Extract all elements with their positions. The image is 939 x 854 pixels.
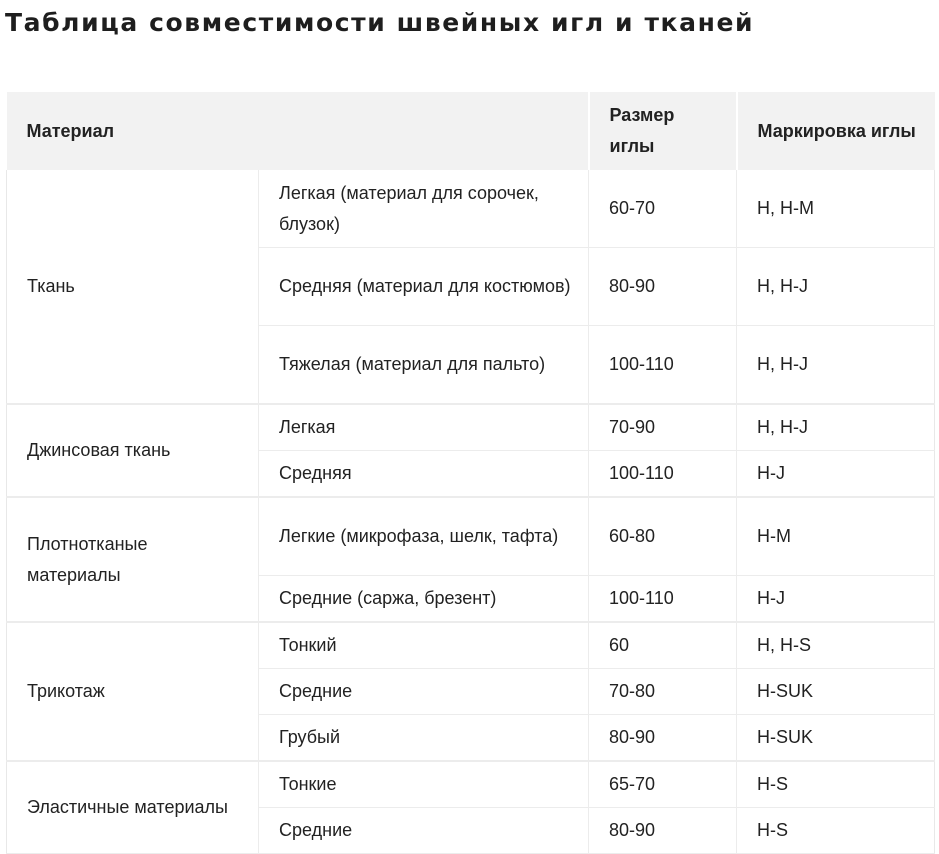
subtype-cell: Легкие (микрофаза, шелк, тафта) xyxy=(258,496,589,576)
needle-size-cell: 80-90 xyxy=(588,807,737,854)
needle-size-cell: 60 xyxy=(588,621,737,669)
needle-size-cell: 80-90 xyxy=(588,247,737,326)
table-row: Джинсовая ткань Легкая 70-90 H, H-J xyxy=(6,403,935,498)
subtype-cell: Тяжелая (материал для пальто) xyxy=(258,325,589,405)
subtype-cell: Средняя xyxy=(258,450,589,498)
table-row: Ткань Легкая (материал для сорочек, блуз… xyxy=(6,170,935,405)
needle-marking-cell: H-J xyxy=(736,450,935,498)
page-title: Таблица совместимости швейных игл и ткан… xyxy=(5,8,755,37)
needle-marking-cell: H, H-J xyxy=(736,325,935,405)
needle-marking-cell: H-S xyxy=(736,760,935,808)
table-header-row: Материал Размер иглы Маркировка иглы xyxy=(6,92,935,170)
header-material: Материал xyxy=(6,92,589,170)
needle-marking-cell: H-J xyxy=(736,575,935,623)
subtype-cell: Средняя (материал для костюмов) xyxy=(258,247,589,326)
material-cell: Трикотаж xyxy=(6,621,259,762)
subtype-cell: Легкая xyxy=(258,403,589,451)
needle-size-cell: 65-70 xyxy=(588,760,737,808)
subtype-cell: Средние xyxy=(258,668,589,715)
needle-size-cell: 70-90 xyxy=(588,403,737,451)
subtype-cell: Средние xyxy=(258,807,589,854)
needle-size-cell: 70-80 xyxy=(588,668,737,715)
needle-size-cell: 60-80 xyxy=(588,496,737,576)
needle-marking-cell: H-S xyxy=(736,807,935,854)
needle-marking-cell: H-SUK xyxy=(736,668,935,715)
needle-marking-cell: H, H-J xyxy=(736,403,935,451)
table-row: Плотнотканые материалы Легкие (микрофаза… xyxy=(6,496,935,623)
subtype-cell: Тонкий xyxy=(258,621,589,669)
material-cell: Плотнотканые материалы xyxy=(6,496,259,623)
subtype-cell: Грубый xyxy=(258,714,589,762)
needle-marking-cell: H, H-J xyxy=(736,247,935,326)
needle-marking-cell: H, H-S xyxy=(736,621,935,669)
subtype-cell: Средние (саржа, брезент) xyxy=(258,575,589,623)
needle-size-cell: 100-110 xyxy=(588,325,737,405)
header-needle-size: Размер иглы xyxy=(587,92,737,170)
subtype-cell: Легкая (материал для сорочек, блузок) xyxy=(258,170,589,248)
material-cell: Ткань xyxy=(6,170,259,405)
needle-size-cell: 100-110 xyxy=(588,575,737,623)
table-row: Трикотаж Тонкий 60 H, H-S xyxy=(6,621,935,762)
needle-marking-cell: H-SUK xyxy=(736,714,935,762)
table-row: Эластичные материалы Тонкие 65-70 H-S xyxy=(6,760,935,854)
needle-marking-cell: H, H-M xyxy=(736,170,935,248)
subtype-cell: Тонкие xyxy=(258,760,589,808)
needle-size-cell: 60-70 xyxy=(588,170,737,248)
needle-size-cell: 100-110 xyxy=(588,450,737,498)
needle-marking-cell: H-M xyxy=(736,496,935,576)
needle-size-cell: 80-90 xyxy=(588,714,737,762)
material-cell: Эластичные материалы xyxy=(6,760,259,854)
header-needle-marking: Маркировка иглы xyxy=(735,92,935,170)
material-cell: Джинсовая ткань xyxy=(6,403,259,498)
compatibility-table: Материал Размер иглы Маркировка иглы Тка… xyxy=(6,92,935,854)
